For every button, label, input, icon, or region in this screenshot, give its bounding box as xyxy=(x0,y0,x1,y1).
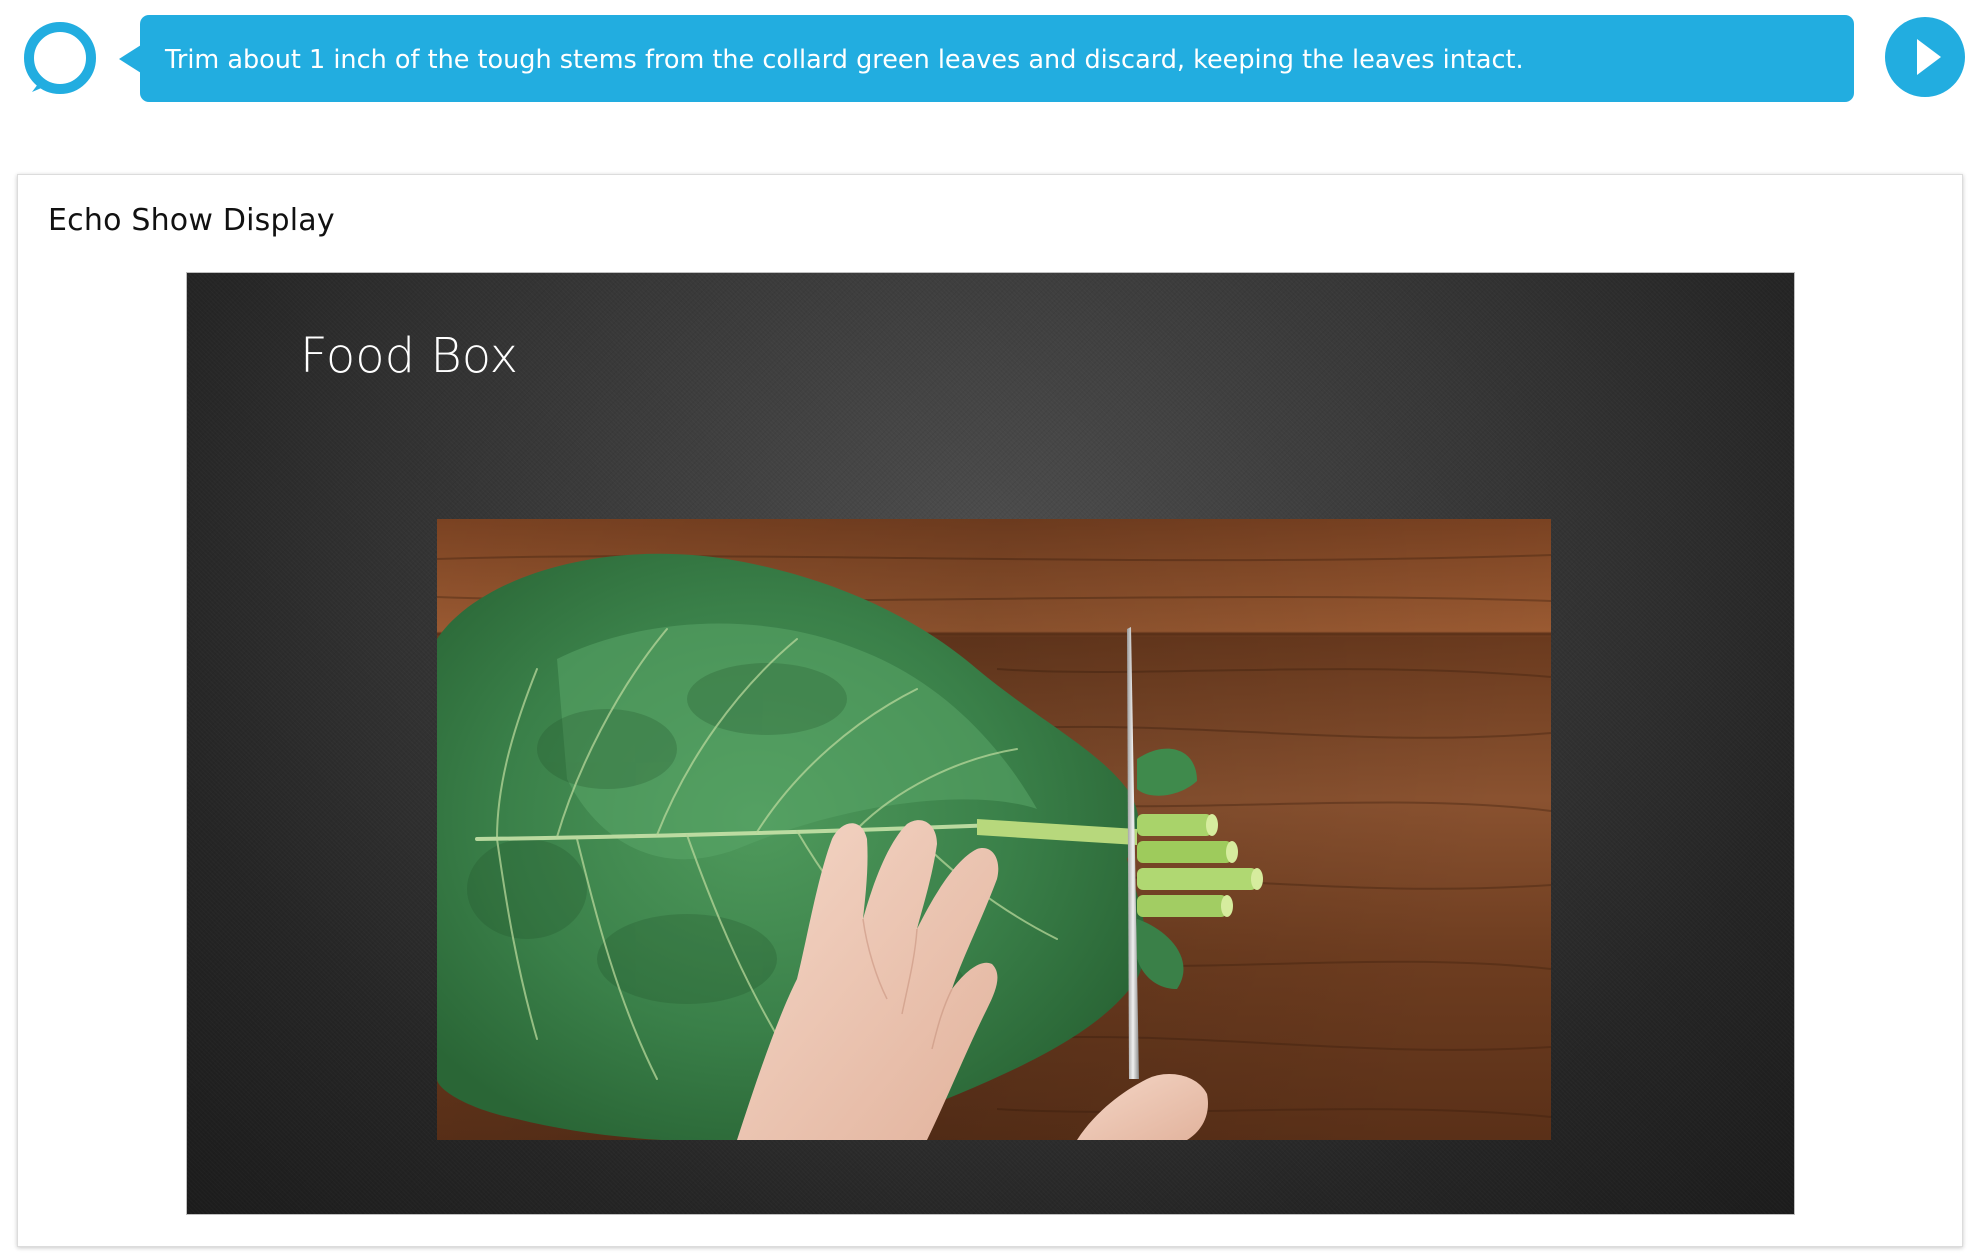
alexa-response-bubble: Trim about 1 inch of the tough stems fro… xyxy=(140,15,1854,102)
card-title: Echo Show Display xyxy=(48,203,335,238)
play-button[interactable] xyxy=(1885,17,1965,97)
collard-greens-photo xyxy=(437,519,1551,1140)
echo-show-screen: Food Box xyxy=(186,272,1795,1215)
alexa-ring-icon xyxy=(22,20,98,96)
screen-title: Food Box xyxy=(300,328,519,384)
alexa-response-text: Trim about 1 inch of the tough stems fro… xyxy=(165,44,1524,75)
echo-show-card: Echo Show Display Food Box xyxy=(17,174,1963,1247)
play-icon xyxy=(1917,39,1941,75)
bubble-pointer xyxy=(119,45,141,73)
